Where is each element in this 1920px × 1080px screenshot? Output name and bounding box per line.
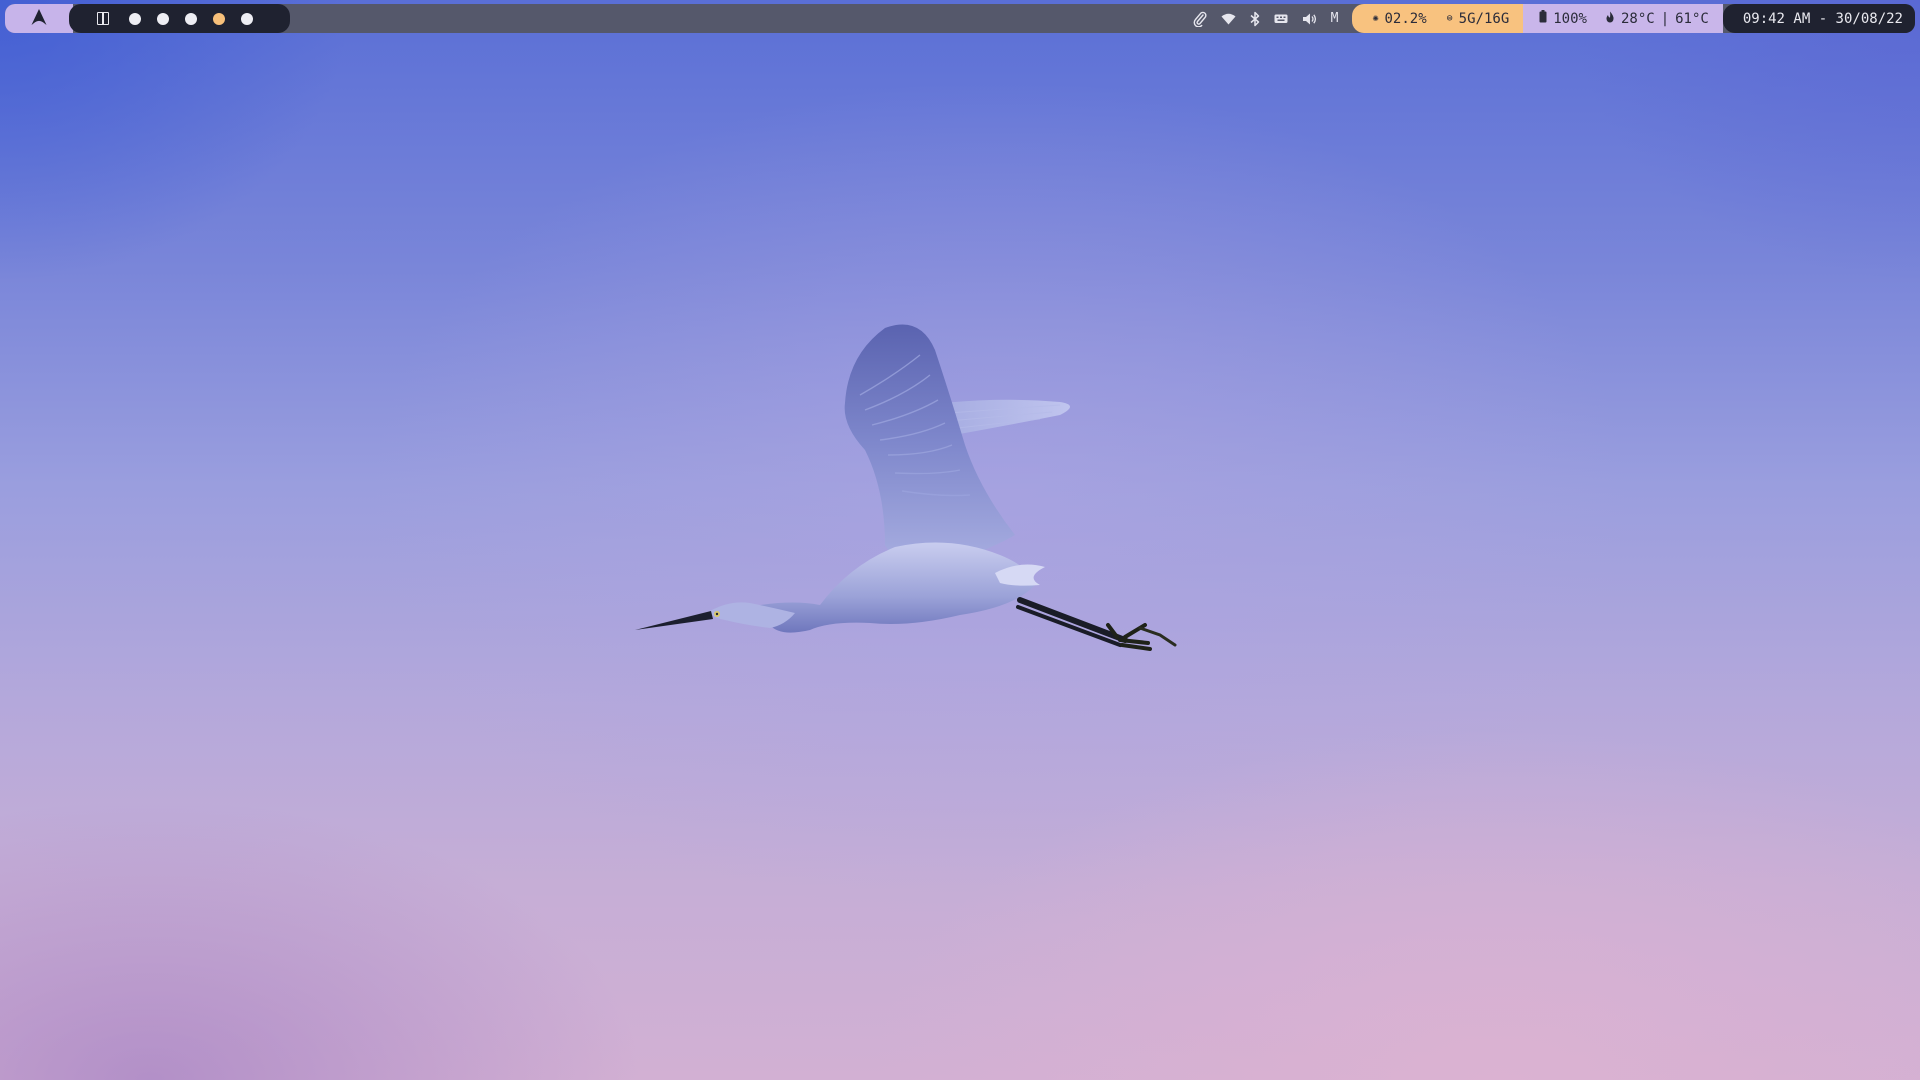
workspace-3[interactable] (185, 12, 197, 25)
wallpaper-shade-right (1220, 0, 1920, 500)
cpu-temperature: 28°C (1620, 10, 1655, 27)
paperclip-icon[interactable] (1193, 11, 1207, 27)
gpu-temperature: 61°C (1675, 10, 1709, 27)
bar-spacer (290, 4, 1193, 33)
workspace-4[interactable] (213, 12, 225, 25)
cpu-icon: ✺ (1372, 13, 1379, 24)
memory-usage: 5G/16G (1458, 10, 1510, 27)
top-status-bar: M ✺ 02.2% ⊜ 5G/16G 100% 28°C | 61°C 09:4… (5, 4, 1915, 33)
system-usage: ✺ 02.2% ⊜ 5G/16G (1352, 4, 1524, 33)
clock-text: 09:42 AM - 30/08/22 (1742, 10, 1903, 27)
workspace-5[interactable] (241, 12, 253, 25)
workspace-2[interactable] (157, 12, 169, 25)
egret-image (635, 324, 1177, 651)
memory-icon: ⊜ (1446, 13, 1453, 24)
mic-indicator[interactable]: M (1331, 11, 1339, 26)
workspace-1[interactable] (129, 12, 141, 25)
clock[interactable]: 09:42 AM - 30/08/22 (1722, 4, 1915, 33)
temperature-separator: | (1660, 10, 1670, 27)
volume-icon[interactable] (1302, 11, 1317, 27)
wifi-icon[interactable] (1221, 11, 1236, 27)
battery-level: 100% (1553, 10, 1587, 27)
keyboard-icon[interactable] (1274, 11, 1288, 27)
launcher-button[interactable] (5, 4, 73, 33)
temperature-icon (1605, 11, 1615, 27)
arch-logo-icon (30, 8, 48, 30)
wallpaper-shade-left (0, 0, 700, 500)
layout-split-icon[interactable] (97, 12, 109, 25)
cpu-usage: 02.2% (1384, 10, 1427, 27)
hardware-stats: 100% 28°C | 61°C (1523, 4, 1723, 33)
bluetooth-icon[interactable] (1250, 11, 1260, 27)
workspace-switcher (69, 4, 290, 33)
system-tray: M (1193, 4, 1353, 33)
battery-icon (1539, 10, 1547, 27)
